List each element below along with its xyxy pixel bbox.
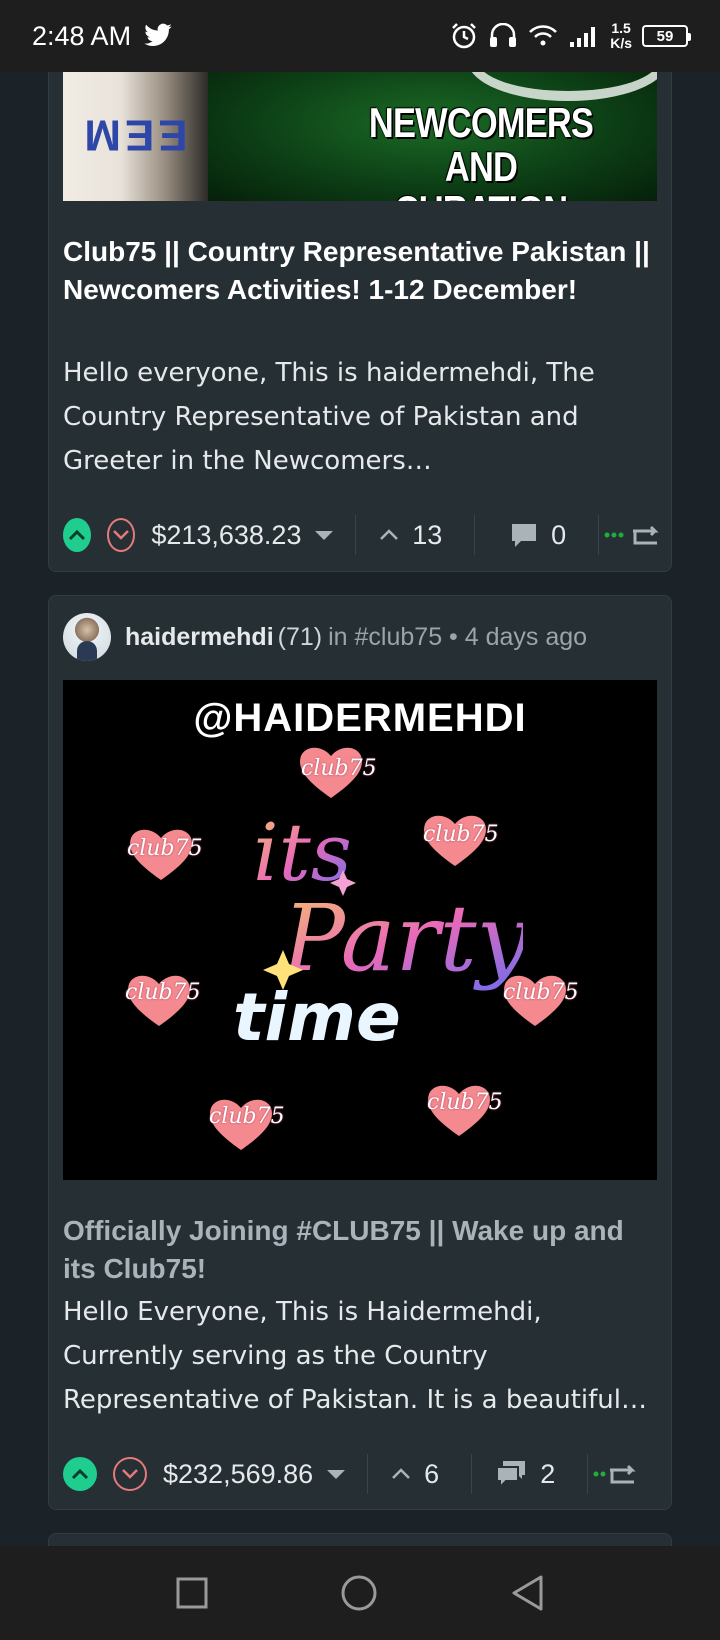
payout-dropdown[interactable]: $213,638.23 [151, 519, 334, 551]
heart-label: club75 [209, 1104, 285, 1129]
caret-down-icon [327, 1469, 346, 1479]
chevron-up-icon [392, 1468, 411, 1479]
chevron-up-icon [68, 529, 85, 541]
banner-text-line1: NEWCOMERS [368, 99, 594, 146]
twitter-icon [144, 23, 172, 47]
reblog-button[interactable] [603, 523, 663, 547]
net-speed-value: 1.5 [611, 20, 631, 36]
post-meta[interactable]: in #club75 • 4 days ago [328, 623, 587, 652]
divider [587, 1454, 589, 1494]
divider [471, 1454, 473, 1494]
vote-count[interactable]: 6 [390, 1459, 439, 1490]
heart-label: club75 [127, 836, 203, 861]
post-feed: EEM NEWCOMERS AND CURATION Club75 || Cou… [0, 0, 720, 1546]
post-title[interactable]: Club75 || Country Representative Pakista… [63, 233, 659, 309]
vote-count[interactable]: 13 [378, 520, 442, 551]
alarm-icon [452, 23, 477, 49]
net-speed-unit: K/s [610, 35, 632, 51]
downvote-button[interactable] [113, 1457, 147, 1491]
banner-flag-area: NEWCOMERS AND CURATION [208, 71, 657, 201]
circle-icon [341, 1575, 377, 1611]
author-row: haidermehdi (71) in #club75 • 4 days ago [63, 612, 587, 662]
banner-letters: EEM [80, 110, 188, 160]
back-button[interactable] [509, 1574, 545, 1612]
chevron-down-icon [113, 530, 129, 540]
heart-label: club75 [423, 822, 499, 847]
image-text-time: time [233, 979, 401, 1056]
heart-label: club75 [503, 980, 579, 1005]
author-reputation: (71) [277, 622, 323, 651]
divider [355, 515, 357, 555]
chevron-down-icon [122, 1469, 138, 1479]
reblog-button[interactable] [592, 1462, 638, 1486]
divider [598, 515, 599, 555]
image-text-party: Party [281, 885, 523, 992]
banner-logo-area: EEM [63, 71, 208, 201]
status-time: 2:48 AM [32, 20, 132, 51]
crescent-shape [468, 71, 657, 101]
vote-count-value: 6 [424, 1458, 440, 1489]
divider [367, 1454, 369, 1494]
payout-dropdown[interactable]: $232,569.86 [163, 1458, 346, 1490]
comment-icon [512, 524, 537, 547]
caret-down-icon [315, 530, 334, 540]
chevron-up-icon [380, 529, 399, 540]
square-icon [176, 1577, 208, 1609]
image-handle-text: @HAIDERMEHDI [193, 696, 527, 740]
system-nav-bar [0, 1546, 720, 1640]
comment-count: 2 [540, 1458, 556, 1489]
post-excerpt[interactable]: Hello everyone, This is haidermehdi, The… [63, 351, 659, 483]
author-name[interactable]: haidermehdi [125, 623, 274, 652]
chevron-up-icon [71, 1468, 89, 1480]
post-excerpt[interactable]: Hello Everyone, This is Haidermehdi, Cur… [63, 1290, 659, 1422]
post-card[interactable] [48, 1533, 672, 1546]
status-bar: 2:48 AM 1.5 K/s 59 [0, 0, 720, 72]
network-speed: 1.5 K/s [610, 21, 632, 51]
banner-text: NEWCOMERS AND CURATION [358, 99, 604, 202]
headset-icon [490, 23, 517, 47]
banner-text-line2: AND CURATION [395, 143, 568, 202]
comments-link[interactable]: 2 [494, 1459, 555, 1490]
comment-count: 0 [551, 519, 567, 550]
post-image[interactable]: EEM NEWCOMERS AND CURATION [63, 71, 657, 201]
post-actions: $232,569.86 6 2 [63, 1454, 663, 1494]
status-icons: 1.5 K/s 59 [450, 21, 691, 51]
post-card[interactable]: haidermehdi (71) in #club75 • 4 days ago… [48, 595, 672, 1510]
home-button[interactable] [339, 1573, 379, 1613]
downvote-button[interactable] [106, 518, 136, 552]
vote-count-value: 13 [412, 519, 443, 550]
heart-label: club75 [125, 980, 201, 1005]
wifi-icon [529, 25, 558, 46]
recents-button[interactable] [175, 1576, 209, 1610]
reblog-icon [604, 525, 659, 545]
payout-value: $232,569.86 [163, 1458, 314, 1489]
battery-icon: 59 [642, 25, 691, 47]
heart-label: club75 [427, 1090, 503, 1115]
battery-level: 59 [656, 27, 674, 45]
payout-value: $213,638.23 [151, 519, 302, 550]
post-actions: $213,638.23 13 0 [63, 515, 663, 555]
upvote-button[interactable] [63, 518, 91, 552]
divider [474, 515, 476, 555]
comments-link[interactable]: 0 [509, 520, 566, 551]
post-image[interactable]: @HAIDERMEHDI its Party time club75 club7… [63, 680, 657, 1180]
comments-icon [496, 1461, 526, 1489]
upvote-button[interactable] [63, 1457, 97, 1491]
signal-icon [570, 27, 596, 47]
reblog-icon [593, 1464, 636, 1484]
post-card[interactable]: EEM NEWCOMERS AND CURATION Club75 || Cou… [48, 40, 672, 572]
avatar[interactable] [63, 613, 111, 661]
triangle-back-icon [512, 1575, 543, 1611]
post-title[interactable]: Officially Joining #CLUB75 || Wake up an… [63, 1212, 659, 1288]
heart-label: club75 [301, 756, 377, 781]
